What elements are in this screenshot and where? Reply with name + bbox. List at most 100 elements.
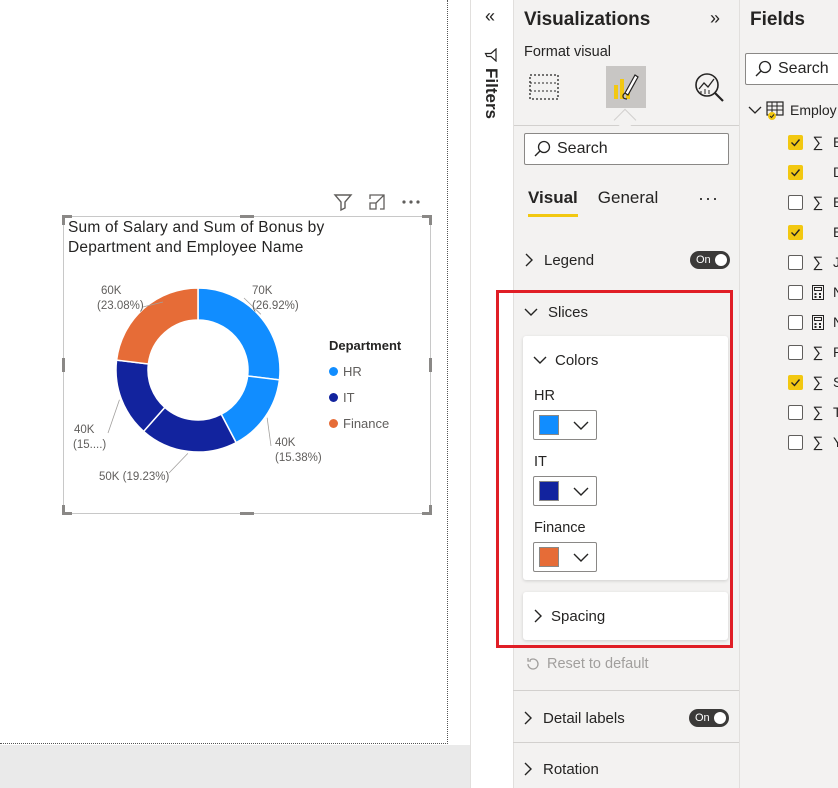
reset-to-default-button[interactable]: Reset to default [525, 656, 649, 672]
chart-legend: Department HR IT Finance [329, 338, 401, 436]
field-name: E [833, 194, 838, 210]
field-name: D [833, 164, 838, 180]
sigma-icon: ∑ [812, 253, 824, 271]
slice-value-label: 40K [275, 437, 296, 449]
field-item[interactable]: ∑Y [788, 433, 838, 451]
field-checkbox[interactable] [788, 194, 803, 210]
sigma-icon: ∑ [812, 433, 824, 451]
legend-label: HR [343, 363, 362, 379]
legend-dot [329, 366, 338, 376]
field-name: N [833, 284, 838, 300]
search-placeholder: Search [557, 140, 608, 157]
field-checkbox[interactable] [788, 224, 803, 240]
sigma-icon: ∑ [812, 373, 824, 391]
text-field-icon [811, 224, 825, 240]
field-item[interactable]: ∑P [788, 343, 838, 361]
search-icon [534, 140, 551, 157]
field-checkbox[interactable] [788, 254, 803, 270]
more-options-icon[interactable]: ··· [698, 188, 719, 209]
legend-toggle[interactable]: On [690, 251, 730, 269]
field-item[interactable]: ∑T [788, 404, 838, 421]
resize-handle[interactable] [62, 215, 65, 225]
sigma-icon: ∑ [812, 133, 824, 151]
field-checkbox[interactable] [788, 134, 803, 150]
field-name: P [833, 344, 838, 360]
text-field-icon [811, 164, 825, 180]
slice-value-label: 40K [74, 424, 95, 436]
legend-label: IT [343, 389, 355, 405]
tab-general[interactable]: General [598, 188, 658, 217]
field-item[interactable]: N [788, 284, 838, 300]
field-item[interactable]: D [788, 164, 838, 180]
slice-percent-label: (26.92%) [252, 300, 299, 312]
visualizations-title: Visualizations [524, 9, 651, 30]
tab-visual[interactable]: Visual [528, 188, 578, 217]
collapse-icon[interactable]: « [485, 6, 495, 27]
field-name: T [833, 404, 838, 420]
filters-text: Filters [482, 68, 501, 120]
more-options-icon[interactable] [400, 191, 422, 213]
field-checkbox[interactable] [788, 374, 803, 390]
visual-header [332, 191, 422, 213]
detail-labels-section[interactable]: Detail labels On [523, 703, 729, 733]
filters-label[interactable]: Filters [481, 48, 501, 119]
sigma-icon: ∑ [812, 343, 824, 361]
rotation-section[interactable]: Rotation [523, 754, 729, 784]
field-name: S [833, 374, 838, 390]
sigma-icon: ∑ [812, 193, 824, 211]
expand-icon[interactable]: » [710, 8, 720, 29]
visual-title: Sum of Salary and Sum of Bonus by Depart… [68, 219, 325, 256]
filter-icon [484, 48, 497, 62]
field-item[interactable]: N [788, 314, 838, 330]
rotation-label: Rotation [543, 760, 599, 778]
fields-title: Fields [750, 9, 805, 30]
format-visual-icon[interactable] [606, 66, 646, 108]
field-checkbox[interactable] [788, 404, 803, 420]
field-checkbox[interactable] [788, 284, 803, 300]
field-name: E [833, 134, 838, 150]
field-item[interactable]: ∑E [788, 193, 838, 211]
filter-icon[interactable] [332, 191, 354, 213]
page-tabs-bar [0, 745, 470, 788]
legend-title: Department [329, 338, 402, 353]
leader-line [266, 417, 272, 447]
field-item[interactable]: ∑E [788, 133, 838, 151]
field-name: N [833, 314, 838, 330]
build-visual-icon[interactable] [524, 66, 564, 108]
leader-line [107, 399, 120, 434]
slice-value-label: 60K [101, 285, 122, 297]
reset-label: Reset to default [547, 656, 649, 672]
fields-search-input[interactable]: Search [745, 53, 838, 85]
divider [513, 742, 739, 743]
slice-percent-label: (23.08%) [97, 300, 144, 312]
table-name: Employ [790, 102, 837, 118]
resize-handle[interactable] [429, 215, 432, 225]
analytics-icon[interactable] [689, 66, 729, 108]
field-name: E [833, 224, 838, 240]
toggle-text: On [696, 254, 711, 266]
field-checkbox[interactable] [788, 434, 803, 450]
search-icon [755, 60, 772, 77]
legend-item-it[interactable]: IT [329, 384, 401, 410]
chevron-right-icon [525, 253, 533, 267]
detail-labels-toggle[interactable]: On [689, 709, 729, 727]
table-employee[interactable]: Employ [748, 100, 837, 120]
field-checkbox[interactable] [788, 344, 803, 360]
field-checkbox[interactable] [788, 314, 803, 330]
legend-section[interactable]: Legend On [524, 245, 730, 275]
format-search-input[interactable]: Search [524, 133, 729, 165]
field-item[interactable]: ∑S [788, 373, 838, 391]
legend-item-hr[interactable]: HR [329, 358, 401, 384]
toggle-text: On [695, 712, 710, 724]
field-item[interactable]: E [788, 224, 838, 240]
detail-labels-label: Detail labels [543, 709, 625, 727]
field-checkbox[interactable] [788, 164, 803, 180]
focus-mode-icon[interactable] [366, 191, 388, 213]
legend-item-finance[interactable]: Finance [329, 410, 401, 436]
calculator-icon [811, 284, 825, 300]
chevron-right-icon [524, 762, 532, 776]
search-placeholder: Search [778, 60, 829, 77]
field-name: J [833, 254, 838, 270]
format-visual-label: Format visual [524, 44, 612, 60]
field-item[interactable]: ∑J [788, 253, 838, 271]
